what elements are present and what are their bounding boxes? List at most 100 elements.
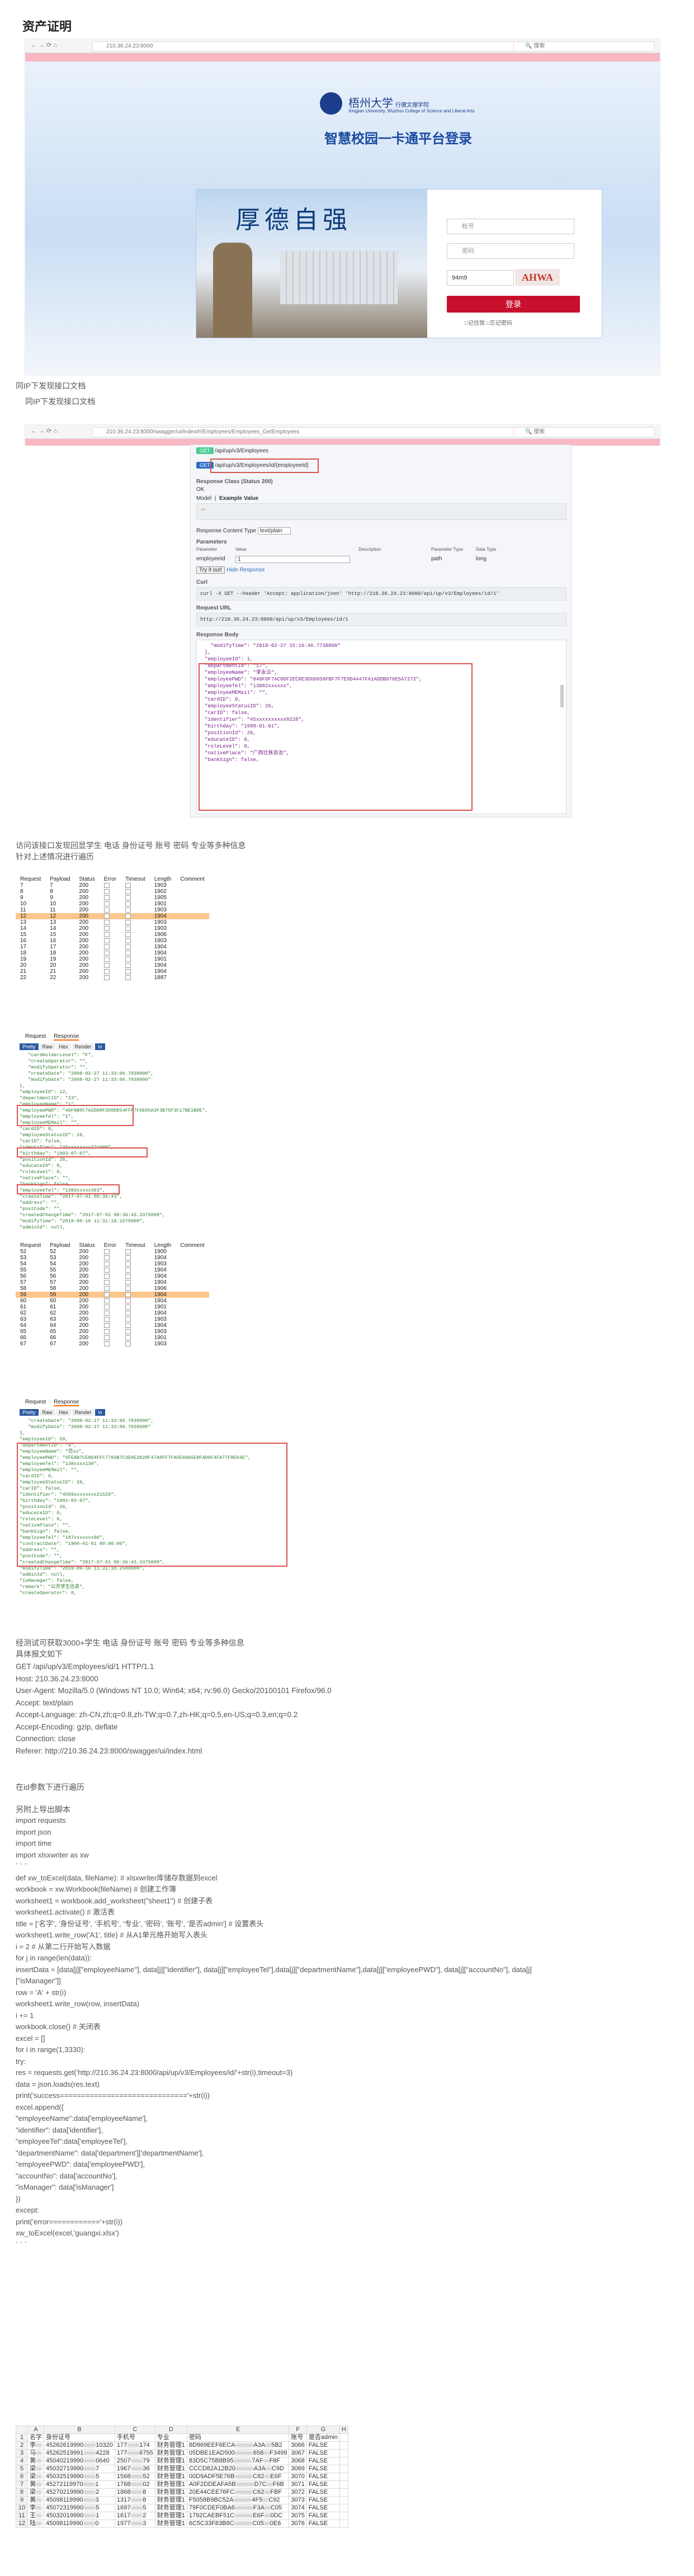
row-number[interactable]: 6	[16, 2473, 28, 2481]
row-number[interactable]: 8	[16, 2488, 28, 2497]
row-number[interactable]: 5	[16, 2465, 28, 2473]
table-row[interactable]: 65 65 200 1903	[16, 1329, 209, 1335]
column-header[interactable]: Payload	[45, 876, 74, 882]
tab-render[interactable]: Render	[72, 1043, 95, 1050]
row-number[interactable]: 2	[16, 2441, 28, 2450]
column-header[interactable]: Timeout	[121, 1242, 150, 1249]
login-button[interactable]: 登录	[447, 296, 580, 313]
try-it-button[interactable]: Try it out!	[196, 566, 225, 574]
password-field[interactable]: 密码	[447, 243, 574, 259]
view-tabs-2[interactable]: Pretty Raw Hex Render \n	[20, 1409, 106, 1416]
hide-response-link[interactable]: Hide Response	[226, 567, 265, 573]
tab-request[interactable]: Request	[25, 1399, 46, 1405]
table-row[interactable]: 67 67 200 1903	[16, 1341, 209, 1347]
table-row[interactable]: 22 22 200 1887	[16, 975, 209, 981]
scrollbar[interactable]	[560, 685, 564, 707]
column-letter[interactable]: G	[306, 2426, 340, 2434]
tab-pretty[interactable]: Pretty	[20, 1409, 39, 1416]
column-letter[interactable]: C	[114, 2426, 155, 2434]
tab-hex[interactable]: Hex	[56, 1043, 71, 1050]
search-bar[interactable]: 🔍 搜索	[513, 41, 654, 51]
request-response-tabs-1[interactable]: Request Response	[25, 1033, 87, 1041]
table-row[interactable]: 20 20 200 1904	[16, 962, 209, 968]
column-header[interactable]: Payload	[45, 1242, 74, 1249]
column-letter[interactable]: D	[154, 2426, 187, 2434]
column-header[interactable]: Error	[100, 1242, 121, 1249]
table-row[interactable]: 7 7 200 1903	[16, 882, 209, 888]
column-letter[interactable]: B	[44, 2426, 115, 2434]
table-row[interactable]: 15 15 200 1906	[16, 932, 209, 938]
table-row[interactable]: 63 63 200 1903	[16, 1316, 209, 1322]
table-row[interactable]: 60 60 200 1904	[16, 1298, 209, 1304]
url-bar[interactable]: 210.36.24.23:8000	[92, 41, 543, 51]
tab-hex[interactable]: Hex	[56, 1409, 71, 1416]
column-header[interactable]: Timeout	[121, 876, 150, 882]
endpoint-list[interactable]: /api/up/v3/Employees	[215, 448, 268, 454]
table-row[interactable]: 52 52 200 1900	[16, 1249, 209, 1255]
table-row[interactable]: 17 17 200 1904	[16, 944, 209, 950]
table-row[interactable]: 56 56 200 1904	[16, 1273, 209, 1279]
search-bar-2[interactable]: 🔍 搜索	[513, 427, 654, 437]
table-row[interactable]: 12 12 200 1904	[16, 913, 209, 919]
tab-request[interactable]: Request	[25, 1033, 46, 1039]
column-header[interactable]: Comment	[176, 876, 209, 882]
column-header[interactable]: Status	[74, 1242, 99, 1249]
table-row[interactable]: 57 57 200 1904	[16, 1279, 209, 1285]
tab-pretty[interactable]: Pretty	[20, 1043, 39, 1050]
table-row[interactable]: 16 16 200 1903	[16, 938, 209, 944]
row-number[interactable]: 12	[16, 2520, 28, 2528]
table-row[interactable]: 19 19 200 1901	[16, 956, 209, 962]
column-letter[interactable]	[16, 2426, 28, 2434]
table-row[interactable]: 66 66 200 1901	[16, 1335, 209, 1341]
captcha-field[interactable]: 94m9	[447, 270, 514, 286]
table-row[interactable]: 13 13 200 1903	[16, 919, 209, 925]
tab-response[interactable]: Response	[54, 1033, 79, 1041]
column-header[interactable]: Request	[16, 1242, 45, 1249]
table-row[interactable]: 21 21 200 1904	[16, 968, 209, 975]
tab-raw[interactable]: Raw	[39, 1043, 55, 1050]
tab-render[interactable]: Render	[72, 1409, 95, 1416]
column-header[interactable]: Error	[100, 876, 121, 882]
table-row[interactable]: 58 58 200 1906	[16, 1285, 209, 1292]
row-number[interactable]: 7	[16, 2480, 28, 2489]
table-row[interactable]: 10 10 200 1901	[16, 901, 209, 907]
tab-newline[interactable]: \n	[95, 1043, 105, 1050]
table-row[interactable]: 8 8 200 1902	[16, 888, 209, 895]
table-row[interactable]: 9 9 200 1905	[16, 895, 209, 901]
column-header[interactable]: Length	[150, 876, 176, 882]
captcha-image[interactable]: AHWA	[515, 269, 560, 286]
login-options[interactable]: □记住我 □忘记密码	[465, 318, 512, 327]
account-field[interactable]: 帐号	[447, 219, 574, 234]
table-row[interactable]: 59 59 200 1904	[16, 1292, 209, 1298]
row-number[interactable]: 10	[16, 2504, 28, 2512]
row-number[interactable]: 11	[16, 2512, 28, 2520]
table-row[interactable]: 62 62 200 1904	[16, 1310, 209, 1316]
tab-response[interactable]: Response	[54, 1399, 79, 1406]
row-number[interactable]: 4	[16, 2457, 28, 2465]
column-header[interactable]: Length	[150, 1242, 176, 1249]
column-header[interactable]: Status	[74, 876, 99, 882]
column-header[interactable]: Comment	[176, 1242, 209, 1249]
table-row[interactable]: 14 14 200 1903	[16, 925, 209, 932]
table-row[interactable]: 18 18 200 1904	[16, 950, 209, 956]
column-letter[interactable]: F	[289, 2426, 307, 2434]
row-number[interactable]: 9	[16, 2496, 28, 2504]
row-number[interactable]: 3	[16, 2449, 28, 2457]
table-row[interactable]: 11 11 200 1903	[16, 907, 209, 913]
url-bar-2[interactable]: 210.36.24.23:8000/swagger/ui/index#!/Emp…	[92, 427, 543, 437]
column-letter[interactable]: E	[186, 2426, 290, 2434]
nav-arrows-icon-2[interactable]: ← → ⟳ ⌂	[31, 427, 57, 434]
model-tabs[interactable]: Model | Example Value	[196, 495, 577, 502]
table-row[interactable]: 54 54 200 1903	[16, 1261, 209, 1267]
nav-arrows-icon[interactable]: ← → ⟳ ⌂	[31, 41, 57, 49]
tab-raw[interactable]: Raw	[39, 1409, 55, 1416]
view-tabs-1[interactable]: Pretty Raw Hex Render \n	[20, 1043, 106, 1050]
column-letter[interactable]: H	[339, 2426, 348, 2434]
column-header[interactable]: Request	[16, 876, 45, 882]
get-method-badge[interactable]: GET	[196, 447, 214, 454]
row-number[interactable]: 1	[16, 2433, 28, 2442]
content-type-row[interactable]: Response Content Type text/plain	[196, 527, 577, 535]
table-row[interactable]: 53 53 200 1904	[16, 1255, 209, 1261]
table-row[interactable]: 64 64 200 1904	[16, 1322, 209, 1329]
table-row[interactable]: 55 55 200 1904	[16, 1267, 209, 1273]
